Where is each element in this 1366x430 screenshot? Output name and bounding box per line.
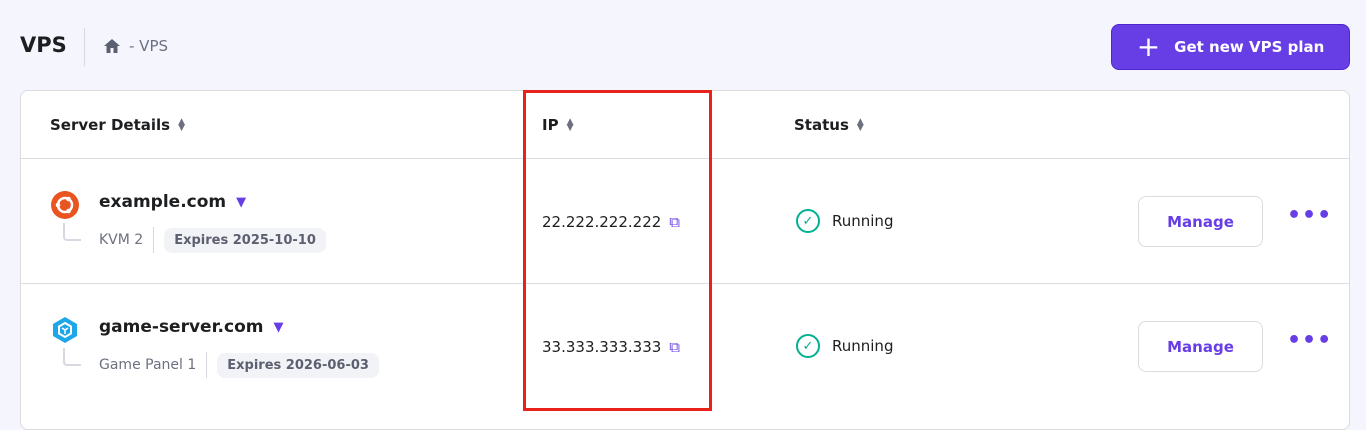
plan-name: KVM 2 bbox=[99, 232, 144, 248]
manage-button[interactable]: Manage bbox=[1138, 321, 1263, 372]
status-text: Running bbox=[832, 337, 894, 355]
copy-icon[interactable]: ⧉ bbox=[669, 338, 680, 356]
server-name[interactable]: game-server.com ▼ bbox=[99, 317, 283, 337]
tree-connector bbox=[63, 348, 81, 366]
status-text: Running bbox=[832, 212, 894, 230]
chevron-down-icon[interactable]: ▼ bbox=[273, 320, 283, 335]
server-name[interactable]: example.com ▼ bbox=[99, 192, 246, 212]
column-ip[interactable]: IP ▲ ▼ bbox=[542, 116, 574, 134]
sort-icon: ▲ ▼ bbox=[856, 117, 864, 133]
table-row: example.com ▼ KVM 2 Expires 2025-10-10 22.… bbox=[21, 159, 1349, 284]
game-panel-icon bbox=[53, 317, 77, 343]
sort-icon: ▲ ▼ bbox=[178, 117, 185, 133]
get-new-vps-plan-button[interactable]: + Get new VPS plan bbox=[1111, 24, 1350, 70]
home-icon[interactable] bbox=[103, 38, 121, 54]
ip-address: 33.333.333.333 bbox=[542, 338, 662, 356]
ubuntu-icon bbox=[51, 191, 79, 219]
divider bbox=[84, 28, 85, 66]
tree-connector bbox=[63, 223, 81, 241]
breadcrumb: - VPS bbox=[103, 37, 168, 55]
column-status[interactable]: Status ▲ ▼ bbox=[794, 116, 864, 134]
check-circle-icon: ✓ bbox=[796, 209, 820, 233]
table-header: Server Details ▲ ▼ IP ▲ ▼ Status ▲ ▼ bbox=[21, 91, 1349, 159]
table-row: game-server.com ▼ Game Panel 1 Expires 202… bbox=[21, 284, 1349, 409]
breadcrumb-current: - VPS bbox=[129, 37, 169, 55]
column-server-details[interactable]: Server Details ▲ ▼ bbox=[50, 116, 185, 134]
button-label: Get new VPS plan bbox=[1174, 38, 1325, 56]
more-options-icon[interactable]: ••• bbox=[1287, 328, 1332, 353]
expires-badge: Expires 2025-10-10 bbox=[164, 227, 326, 253]
page-title: VPS bbox=[20, 33, 67, 57]
copy-icon[interactable]: ⧉ bbox=[669, 213, 680, 231]
chevron-down-icon[interactable]: ▼ bbox=[236, 195, 246, 210]
sort-icon: ▲ ▼ bbox=[566, 117, 574, 133]
more-options-icon[interactable]: ••• bbox=[1287, 203, 1332, 228]
plan-name: Game Panel 1 bbox=[99, 357, 197, 373]
manage-button[interactable]: Manage bbox=[1138, 196, 1263, 247]
plus-icon: + bbox=[1136, 30, 1161, 63]
vps-table: Server Details ▲ ▼ IP ▲ ▼ Status ▲ ▼ example.c… bbox=[20, 90, 1350, 430]
check-circle-icon: ✓ bbox=[796, 334, 820, 358]
expires-badge: Expires 2026-06-03 bbox=[217, 352, 379, 378]
ip-address: 22.222.222.222 bbox=[542, 213, 662, 231]
